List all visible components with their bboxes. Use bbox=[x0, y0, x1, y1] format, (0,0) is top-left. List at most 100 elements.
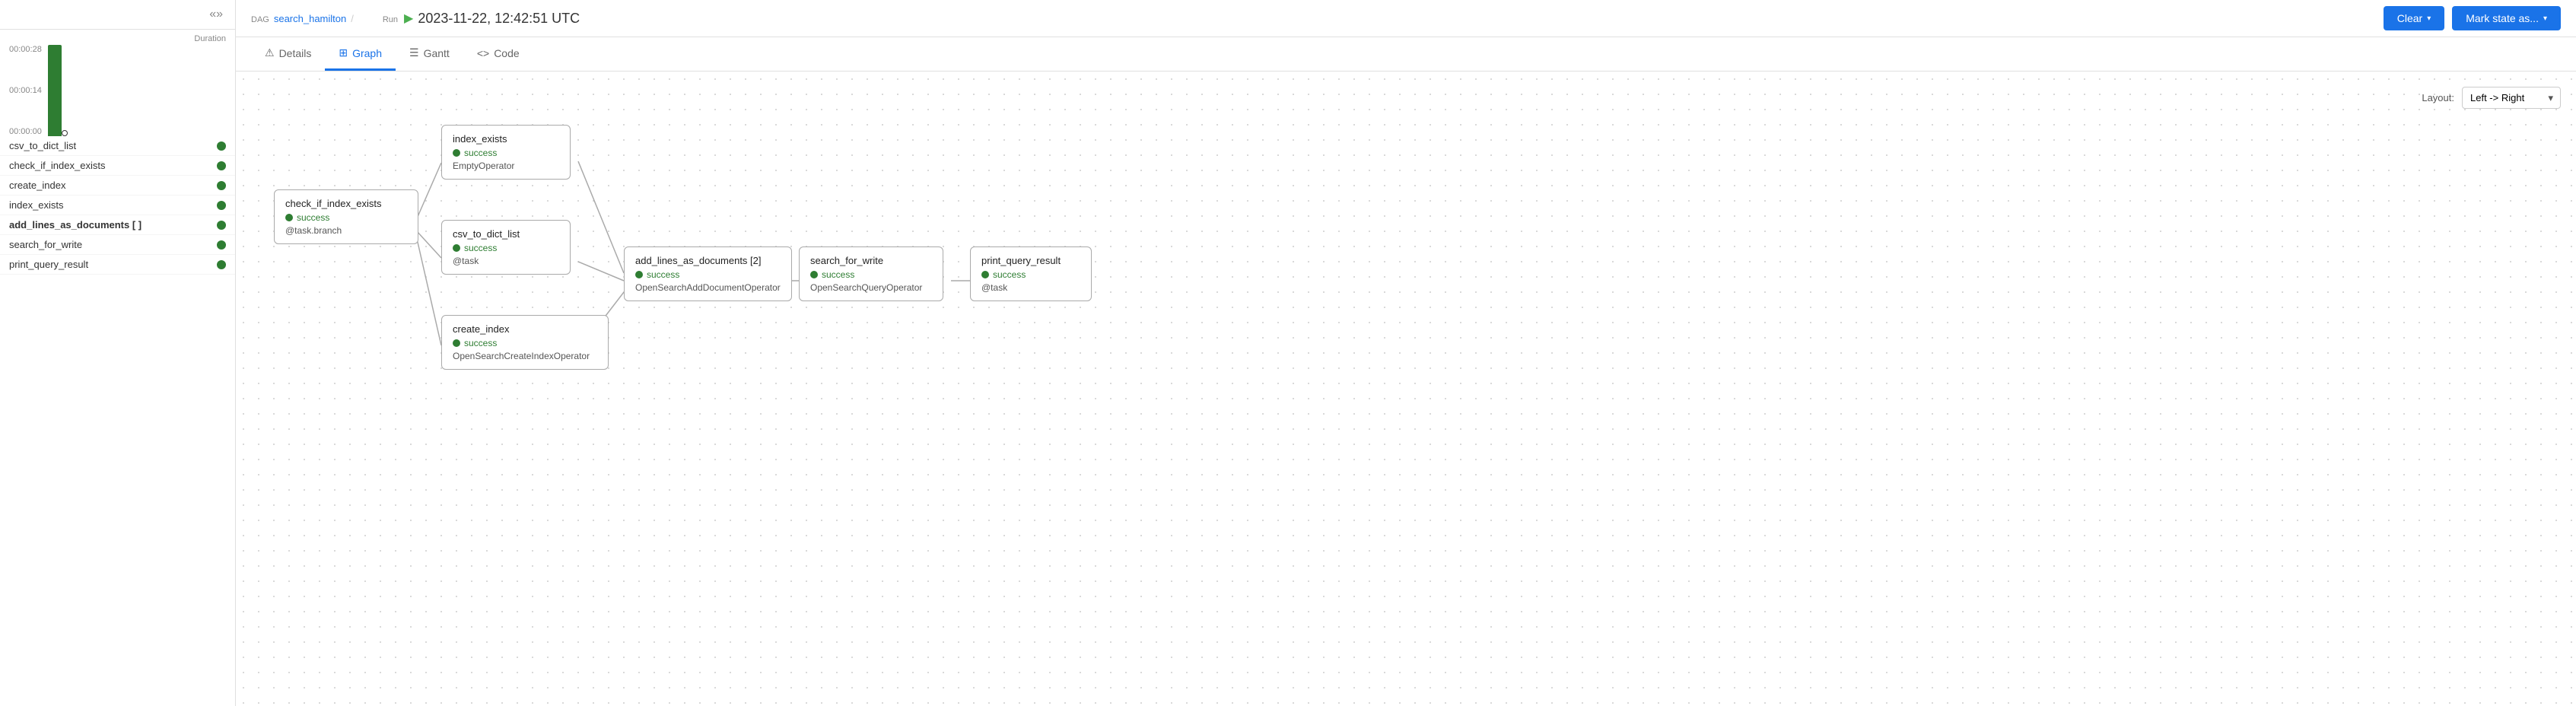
task-item[interactable]: search_for_write bbox=[0, 235, 235, 255]
task-item[interactable]: check_if_index_exists bbox=[0, 156, 235, 176]
node-type: EmptyOperator bbox=[453, 161, 559, 171]
node-title: csv_to_dict_list bbox=[453, 228, 559, 240]
node-print-query-result[interactable]: print_query_result success @task bbox=[970, 246, 1092, 301]
sidebar-header: «» bbox=[0, 0, 235, 30]
time-label-mid: 00:00:14 bbox=[9, 86, 42, 95]
duration-bar bbox=[48, 45, 62, 136]
main-content: DAG search_hamilton / Run ▶ 2023-11-22, … bbox=[236, 0, 2576, 706]
clear-button[interactable]: Clear ▾ bbox=[2384, 6, 2445, 30]
duration-header: Duration bbox=[0, 30, 235, 45]
app-container: «» Duration 00:00:28 00:00:14 00:00:00 c… bbox=[0, 0, 2576, 706]
status-dot bbox=[810, 271, 818, 278]
node-type: OpenSearchAddDocumentOperator bbox=[635, 282, 781, 293]
run-value: ▶ 2023-11-22, 12:42:51 UTC bbox=[404, 11, 580, 27]
status-dot bbox=[217, 221, 226, 230]
sidebar: «» Duration 00:00:28 00:00:14 00:00:00 c… bbox=[0, 0, 236, 706]
node-status: success bbox=[285, 212, 407, 223]
tab-details[interactable]: ⚠ Details bbox=[251, 37, 325, 71]
task-item[interactable]: create_index bbox=[0, 176, 235, 196]
status-dot bbox=[217, 181, 226, 190]
node-status: success bbox=[453, 243, 559, 253]
node-title: add_lines_as_documents [2] bbox=[635, 255, 781, 266]
tab-graph-label: Graph bbox=[352, 47, 382, 59]
task-list: csv_to_dict_list check_if_index_existscre… bbox=[0, 136, 235, 706]
node-type: @task bbox=[453, 256, 559, 266]
tab-graph[interactable]: ⊞ Graph bbox=[325, 37, 396, 71]
dag-graph-container: check_if_index_exists success @task.bran… bbox=[236, 72, 2576, 706]
mark-state-caret-icon: ▾ bbox=[2543, 14, 2547, 23]
status-dot bbox=[635, 271, 643, 278]
top-actions: Clear ▾ Mark state as... ▾ bbox=[2384, 6, 2561, 30]
gantt-icon: ☰ bbox=[409, 46, 419, 59]
node-status: success bbox=[453, 338, 597, 348]
duration-label: Duration bbox=[194, 34, 226, 43]
task-name: check_if_index_exists bbox=[9, 160, 105, 171]
node-status: success bbox=[635, 269, 781, 280]
node-create-index[interactable]: create_index success OpenSearchCreateInd… bbox=[441, 315, 609, 370]
status-dot bbox=[217, 260, 226, 269]
mark-state-button[interactable]: Mark state as... ▾ bbox=[2452, 6, 2561, 30]
tab-code[interactable]: <> Code bbox=[463, 38, 533, 71]
tab-code-label: Code bbox=[494, 47, 519, 59]
node-status: success bbox=[810, 269, 932, 280]
task-name: print_query_result bbox=[9, 259, 88, 270]
layout-select-wrapper: Left -> Right Top -> Bottom bbox=[2462, 87, 2561, 109]
status-dot bbox=[453, 339, 460, 347]
code-icon: <> bbox=[477, 47, 489, 59]
status-dot bbox=[217, 201, 226, 210]
task-item[interactable]: add_lines_as_documents [ ] bbox=[0, 215, 235, 235]
edges-svg bbox=[236, 72, 2576, 706]
clear-caret-icon: ▾ bbox=[2427, 14, 2431, 23]
tabs: ⚠ Details ⊞ Graph ☰ Gantt <> Code bbox=[236, 37, 2576, 72]
task-item[interactable]: print_query_result bbox=[0, 255, 235, 275]
node-title: create_index bbox=[453, 323, 597, 335]
graph-area: Layout: Left -> Right Top -> Bottom bbox=[236, 72, 2576, 706]
node-title: search_for_write bbox=[810, 255, 932, 266]
task-item[interactable]: csv_to_dict_list bbox=[0, 136, 235, 156]
task-name: create_index bbox=[9, 180, 65, 191]
layout-selector: Layout: Left -> Right Top -> Bottom bbox=[2422, 87, 2561, 109]
node-type: @task.branch bbox=[285, 225, 407, 236]
node-type: OpenSearchQueryOperator bbox=[810, 282, 932, 293]
status-dot bbox=[453, 244, 460, 252]
status-dot bbox=[453, 149, 460, 157]
task-name: search_for_write bbox=[9, 239, 82, 250]
run-info: Run ▶ 2023-11-22, 12:42:51 UTC bbox=[383, 11, 580, 27]
mark-state-label: Mark state as... bbox=[2466, 12, 2539, 24]
node-type: OpenSearchCreateIndexOperator bbox=[453, 351, 597, 361]
task-name: csv_to_dict_list bbox=[9, 140, 76, 151]
node-index-exists[interactable]: index_exists success EmptyOperator bbox=[441, 125, 571, 180]
run-datetime: 2023-11-22, 12:42:51 UTC bbox=[418, 11, 580, 27]
breadcrumb-sep: / bbox=[351, 13, 354, 24]
node-add-lines-as-documents[interactable]: add_lines_as_documents [2] success OpenS… bbox=[624, 246, 792, 301]
task-name: index_exists bbox=[9, 199, 64, 211]
tab-details-label: Details bbox=[279, 47, 312, 59]
status-dot bbox=[217, 161, 226, 170]
node-csv-to-dict-list[interactable]: csv_to_dict_list success @task bbox=[441, 220, 571, 275]
run-label: Run bbox=[383, 15, 398, 24]
dag-name-link[interactable]: search_hamilton bbox=[274, 13, 346, 24]
time-label-bot: 00:00:00 bbox=[9, 127, 42, 136]
node-check-if-index-exists[interactable]: check_if_index_exists success @task.bran… bbox=[274, 189, 418, 244]
status-dot bbox=[285, 214, 293, 221]
task-name: add_lines_as_documents [ ] bbox=[9, 219, 142, 231]
node-search-for-write[interactable]: search_for_write success OpenSearchQuery… bbox=[799, 246, 943, 301]
node-title: print_query_result bbox=[981, 255, 1080, 266]
task-item[interactable]: index_exists bbox=[0, 196, 235, 215]
details-icon: ⚠ bbox=[265, 46, 275, 59]
graph-icon: ⊞ bbox=[339, 46, 348, 59]
node-title: check_if_index_exists bbox=[285, 198, 407, 209]
node-status: success bbox=[981, 269, 1080, 280]
node-type: @task bbox=[981, 282, 1080, 293]
tab-gantt-label: Gantt bbox=[424, 47, 450, 59]
node-title: index_exists bbox=[453, 133, 559, 145]
status-dot bbox=[217, 142, 226, 151]
dag-label: DAG bbox=[251, 15, 269, 24]
node-status: success bbox=[453, 148, 559, 158]
collapse-sidebar-button[interactable]: «» bbox=[205, 6, 227, 23]
status-dot bbox=[217, 240, 226, 250]
layout-label: Layout: bbox=[2422, 92, 2454, 103]
tab-gantt[interactable]: ☰ Gantt bbox=[396, 37, 463, 71]
layout-select[interactable]: Left -> Right Top -> Bottom bbox=[2462, 87, 2561, 109]
time-label-top: 00:00:28 bbox=[9, 45, 42, 54]
